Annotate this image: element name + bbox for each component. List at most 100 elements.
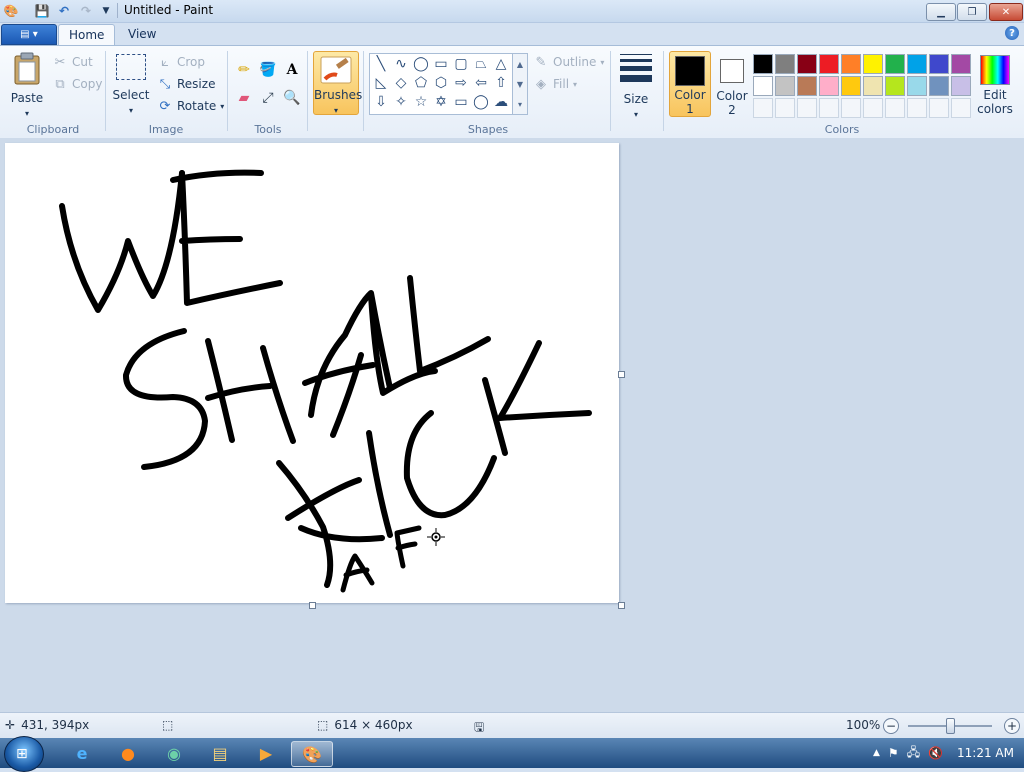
rounded-rectangle-shape-icon[interactable]: ▢ [452,55,470,73]
resize-handle-bottom[interactable] [309,602,316,609]
minimize-button[interactable]: ▁ [926,3,956,21]
five-point-star-shape-icon[interactable]: ☆ [412,93,430,111]
paste-button[interactable]: Paste ▾ [6,52,48,119]
line-shape-icon[interactable]: ╲ [372,55,390,73]
hexagon-shape-icon[interactable]: ⬡ [432,74,450,92]
eraser-tool[interactable]: ▰ [233,87,255,109]
app-menu-button[interactable]: ▤ ▾ [1,24,57,45]
scroll-up-icon[interactable]: ▲ [517,60,523,69]
canvas-workspace[interactable] [0,138,1024,712]
up-arrow-shape-icon[interactable]: ⇧ [492,74,510,92]
palette-swatch[interactable] [819,76,839,96]
zoom-in-button[interactable]: + [1004,718,1020,734]
internet-explorer-icon[interactable]: e [64,741,100,765]
resize-handle-right[interactable] [618,371,625,378]
palette-swatch[interactable] [775,54,795,74]
palette-swatch[interactable] [841,76,861,96]
palette-swatch[interactable] [863,54,883,74]
cloud-callout-shape-icon[interactable]: ☁ [492,93,510,111]
palette-swatch[interactable] [819,54,839,74]
copy-button[interactable]: ⧉ Copy [52,75,102,93]
curve-shape-icon[interactable]: ∿ [392,55,410,73]
down-arrow-shape-icon[interactable]: ⇩ [372,93,390,111]
start-button[interactable]: ⊞ [4,736,44,772]
palette-custom-slot[interactable] [775,98,795,118]
maximize-button[interactable]: ❐ [957,3,987,21]
clock[interactable]: 11:21 AM [957,746,1014,760]
color2-button[interactable]: Color 2 [711,51,753,117]
palette-swatch[interactable] [929,54,949,74]
paint-app-icon[interactable]: 🎨 [3,3,19,19]
volume-muted-icon[interactable]: 🔇 [928,746,943,760]
color-picker-tool[interactable]: ⤢ [257,87,279,109]
palette-swatch[interactable] [885,54,905,74]
action-center-icon[interactable]: ⚑ [888,746,899,760]
palette-custom-slot[interactable] [885,98,905,118]
color1-button[interactable]: Color 1 [669,51,711,117]
close-button[interactable]: ✕ [989,3,1023,21]
file-explorer-icon[interactable]: ▤ [202,741,238,765]
fill-tool[interactable]: 🪣 [257,59,279,81]
text-tool[interactable]: A [281,59,303,81]
diamond-shape-icon[interactable]: ◇ [392,74,410,92]
palette-custom-slot[interactable] [907,98,927,118]
palette-custom-slot[interactable] [863,98,883,118]
scroll-down-icon[interactable]: ▼ [517,80,523,89]
tab-home[interactable]: Home [58,24,116,45]
brushes-button[interactable]: Brushes ▾ [313,51,362,115]
palette-swatch[interactable] [929,76,949,96]
tab-view[interactable]: View [118,24,166,44]
drawing-canvas[interactable] [5,143,619,603]
palette-custom-slot[interactable] [797,98,817,118]
fill-button[interactable]: ◈ Fill ▾ [533,75,577,93]
show-hidden-icons-icon[interactable]: ▲ [873,748,880,758]
palette-swatch[interactable] [951,76,971,96]
help-icon[interactable]: ? [1005,26,1019,40]
right-arrow-shape-icon[interactable]: ⇨ [452,74,470,92]
firefox-icon[interactable]: ● [110,741,146,765]
palette-swatch[interactable] [863,76,883,96]
palette-swatch[interactable] [907,54,927,74]
palette-swatch[interactable] [885,76,905,96]
palette-custom-slot[interactable] [929,98,949,118]
customize-quick-access-icon[interactable]: ▼ [98,3,114,19]
pentagon-shape-icon[interactable]: ⬠ [412,74,430,92]
media-player-icon[interactable]: ▶ [248,741,284,765]
palette-swatch[interactable] [841,54,861,74]
palette-custom-slot[interactable] [819,98,839,118]
palette-swatch[interactable] [775,76,795,96]
resize-handle-corner[interactable] [618,602,625,609]
save-icon[interactable]: 💾 [34,3,50,19]
resize-button[interactable]: ⤡ Resize [157,75,216,93]
crop-button[interactable]: ⟀ Crop [157,53,205,71]
outline-button[interactable]: ✎ Outline ▾ [533,53,605,71]
paint-taskbar-icon[interactable]: 🎨 [291,741,333,767]
shapes-scroll[interactable]: ▲ ▼ ▾ [512,53,528,115]
select-button[interactable]: Select ▾ [112,54,150,116]
media-center-icon[interactable]: ◉ [156,741,192,765]
palette-custom-slot[interactable] [841,98,861,118]
palette-swatch[interactable] [797,76,817,96]
magnifier-tool[interactable]: 🔍 [281,87,303,109]
palette-swatch[interactable] [797,54,817,74]
palette-swatch[interactable] [951,54,971,74]
edit-colors-button[interactable]: Edit colors [975,51,1015,117]
oval-shape-icon[interactable]: ◯ [412,55,430,73]
left-arrow-shape-icon[interactable]: ⇦ [472,74,490,92]
four-point-star-shape-icon[interactable]: ✧ [392,93,410,111]
zoom-out-button[interactable]: − [883,718,899,734]
zoom-slider-thumb[interactable] [946,718,955,734]
triangle-shape-icon[interactable]: △ [492,55,510,73]
palette-swatch[interactable] [753,76,773,96]
rectangle-shape-icon[interactable]: ▭ [432,55,450,73]
palette-custom-slot[interactable] [753,98,773,118]
rounded-callout-shape-icon[interactable]: ▭ [452,93,470,111]
pencil-tool[interactable]: ✏ [233,59,255,81]
polygon-shape-icon[interactable]: ⏢ [472,55,490,73]
oval-callout-shape-icon[interactable]: ◯ [472,93,490,111]
size-button[interactable]: Size ▾ [616,52,656,120]
six-point-star-shape-icon[interactable]: ✡ [432,93,450,111]
rotate-button[interactable]: ⟳ Rotate ▾ [157,97,225,115]
right-triangle-shape-icon[interactable]: ◺ [372,74,390,92]
palette-custom-slot[interactable] [951,98,971,118]
